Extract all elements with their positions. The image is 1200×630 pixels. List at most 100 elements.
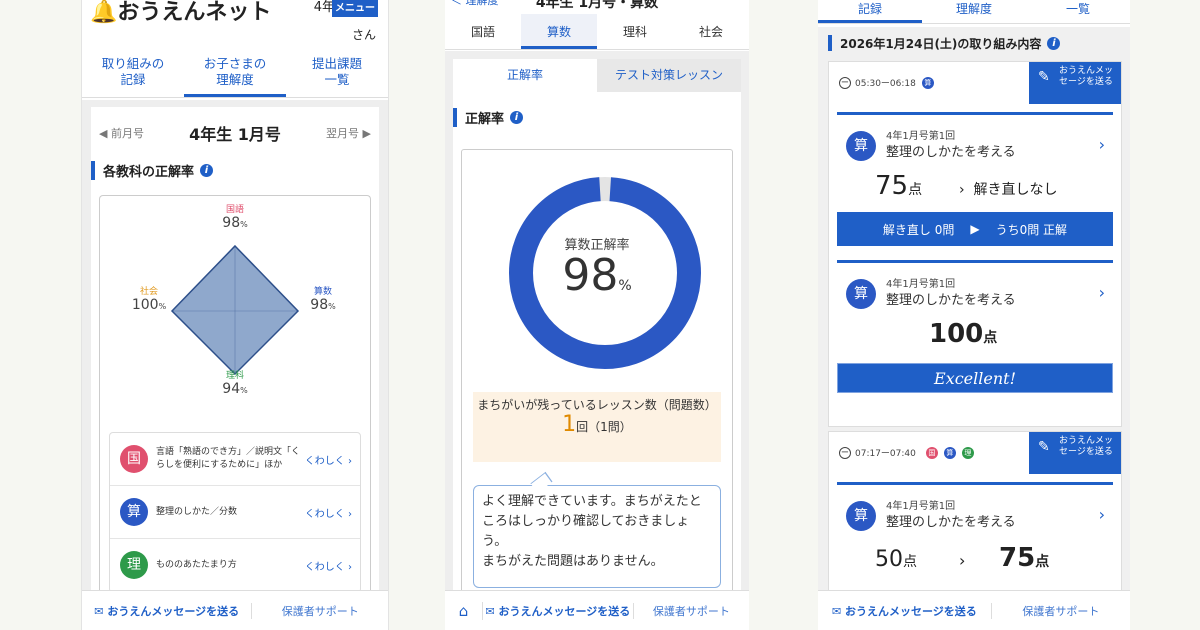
- score-unit: 点: [1035, 554, 1050, 570]
- list-item[interactable]: 理もののあたたまり方 くわしく ›: [110, 539, 360, 592]
- info-icon[interactable]: i: [1047, 36, 1061, 50]
- donut-number: 98: [562, 250, 619, 301]
- send-message-link[interactable]: ✉ おうえんメッセージを送る: [483, 602, 634, 619]
- content-area: 2026年1月24日(土)の取り組み内容 i −05:30ー06:18 算 ✎ おうえ…: [818, 27, 1130, 630]
- prev-month-link[interactable]: ◀ 前月号: [99, 125, 144, 141]
- detail-link[interactable]: くわしく ›: [305, 452, 352, 467]
- tab-list[interactable]: 提出課題 一覧: [286, 52, 388, 97]
- tab-record[interactable]: 記録: [818, 0, 922, 23]
- tab-sansu[interactable]: 算数: [521, 14, 597, 49]
- subject-text: 整理のしかた／分数: [156, 506, 238, 517]
- section-heading: 各教科の正解率 i: [91, 161, 379, 180]
- radar-value: 98: [222, 215, 241, 231]
- session-time[interactable]: −07:17ー07:40 国算理: [839, 446, 974, 459]
- section-heading: 2026年1月24日(土)の取り組み内容 i: [828, 35, 1122, 51]
- list-item[interactable]: 算整理のしかた／分数 くわしく ›: [110, 486, 360, 539]
- section-title: 正解率: [465, 112, 505, 127]
- tab-list[interactable]: 一覧: [1026, 0, 1130, 23]
- remaining-count: 1回（1問）: [473, 412, 721, 437]
- donut-value: 98%: [462, 250, 732, 301]
- subject-text: 言語「熟語のでき方」／説明文「くらしを便利にするために」ほか: [156, 447, 301, 470]
- lesson-card[interactable]: 算 4年1月号第1回 整理のしかたを考える › 50点 › 75点: [837, 482, 1113, 592]
- lesson-month: 4年1月号第1回: [886, 279, 956, 290]
- content-area: ◀ 前月号 4年生 1月号 翌月号 ▶ 各教科の正解率 i 国語 98% 算数 98%…: [82, 100, 388, 593]
- score-unit: 点: [903, 554, 917, 570]
- detail-label: くわしく: [304, 508, 345, 520]
- redo-count: 解き直し 0問: [882, 222, 955, 237]
- redo-bar: 解き直し 0問 ▶ うち0問 正解: [837, 212, 1113, 246]
- subject-badge: 算: [943, 446, 956, 459]
- subject-list: 国言語「熟語のでき方」／説明文「くらしを便利にするために」ほか くわしく › 算整…: [109, 432, 361, 593]
- subject-icon: 理: [120, 551, 148, 579]
- mail-icon: ✉: [831, 604, 842, 618]
- tab-kokugo[interactable]: 国語: [445, 14, 521, 49]
- next-month-link[interactable]: 翌月号 ▶: [326, 125, 371, 141]
- comment-bubble: よく理解できています。まちがえたところはしっかり確認しておきましょう。 まちがえ…: [473, 485, 721, 588]
- status: › 解き直しなし: [959, 179, 1058, 199]
- subject-icon: 算: [846, 501, 876, 531]
- subtab-accuracy[interactable]: 正解率: [453, 59, 597, 92]
- mail-icon: ✉: [94, 604, 104, 618]
- time-text: 05:30ー06:18: [855, 79, 916, 89]
- detail-link[interactable]: くわしく ›: [305, 558, 352, 573]
- comment-text: よく理解できています。まちがえたところはしっかり確認しておきましょう。: [482, 494, 702, 549]
- home-icon[interactable]: ⌂: [445, 601, 483, 620]
- subject-icon: 算: [846, 131, 876, 161]
- radar-value: 100: [131, 297, 159, 313]
- tab-understanding[interactable]: お子さまの 理解度: [184, 52, 286, 97]
- footer-bar: ⌂ ✉ おうえんメッセージを送る 保護者サポート: [445, 590, 749, 630]
- send-message-button[interactable]: ✎ おうえんメッセージを送る: [1029, 62, 1121, 104]
- session-time[interactable]: −05:30ー06:18 算: [839, 76, 934, 89]
- menu-button[interactable]: メニュー: [332, 0, 378, 17]
- send-message-button[interactable]: ✎ おうえんメッセージを送る: [1029, 432, 1121, 474]
- chevron-right-icon: ›: [959, 182, 965, 198]
- detail-link[interactable]: くわしく ›: [305, 505, 352, 520]
- collapse-icon: −: [839, 446, 851, 459]
- pen-mail-icon: ✎: [1038, 69, 1050, 85]
- support-link[interactable]: 保護者サポート: [992, 603, 1130, 619]
- info-icon[interactable]: i: [510, 111, 524, 124]
- support-link[interactable]: 保護者サポート: [252, 603, 388, 619]
- radar-label-kokugo: 国語 98%: [210, 202, 260, 231]
- lesson-month: 4年1月号第1回: [886, 131, 956, 142]
- subject-badge: 国: [925, 446, 938, 459]
- support-link[interactable]: 保護者サポート: [634, 603, 749, 619]
- lesson-card[interactable]: 算 4年1月号第1回 整理のしかたを考える › 75点 › 解き直しなし 解き直…: [837, 112, 1113, 252]
- chevron-right-icon: ›: [348, 455, 352, 467]
- session-header: −07:17ー07:40 国算理 ✎ おうえんメッセージを送る: [829, 432, 1121, 474]
- current-month: 4年生 1月号: [189, 125, 281, 144]
- subject-icon: 算: [846, 279, 876, 309]
- collapse-icon: −: [839, 76, 851, 89]
- tab-shakai[interactable]: 社会: [673, 14, 749, 49]
- score-value: 50: [875, 547, 903, 572]
- radar-subject: 理科: [225, 371, 244, 381]
- list-item[interactable]: 国言語「熟語のでき方」／説明文「くらしを便利にするために」ほか くわしく ›: [110, 433, 360, 486]
- score-value: 100: [929, 319, 984, 349]
- send-message-label: おうえんメッセージを送る: [107, 604, 240, 618]
- lesson-title: 整理のしかたを考える: [886, 293, 1016, 308]
- content-card: 正解率 テスト対策レッスン 正解率 i 算数正解率 98% まちがいが残っているレ…: [453, 59, 741, 592]
- page-title: 4年生 1月号・算数: [535, 0, 659, 11]
- lesson-card[interactable]: 算 4年1月号第1回 整理のしかたを考える › 100点 Excellent!: [837, 260, 1113, 400]
- tab-record[interactable]: 取り組みの 記録: [82, 52, 184, 97]
- remaining-unit: 回（1問）: [576, 420, 632, 434]
- footer-bar: ✉ おうえんメッセージを送る 保護者サポート: [82, 590, 388, 630]
- send-message-link[interactable]: ✉ おうえんメッセージを送る: [82, 602, 253, 619]
- tab-understanding[interactable]: 理解度: [922, 0, 1026, 23]
- understanding-overview-screen: 🔔おうえんネット 4年生 メニュー さん 取り組みの 記録 お子さまの 理解度 …: [81, 0, 389, 630]
- score-before: 50点: [875, 547, 917, 572]
- subtab-test-lesson[interactable]: テスト対策レッスン: [597, 59, 741, 92]
- send-message-link[interactable]: ✉ おうえんメッセージを送る: [818, 602, 992, 619]
- radar-unit: %: [240, 220, 248, 229]
- redo-correct: うち0問 正解: [995, 222, 1068, 237]
- send-message-label: おうえんメッセージを送る: [1059, 66, 1114, 87]
- send-message-label: おうえんメッセージを送る: [845, 604, 977, 618]
- lesson-title: 整理のしかたを考える: [886, 515, 1016, 530]
- month-navigation: ◀ 前月号 4年生 1月号 翌月号 ▶: [91, 107, 379, 145]
- user-name-suffix: さん: [351, 28, 376, 42]
- tab-rika[interactable]: 理科: [597, 14, 673, 49]
- excellent-badge: Excellent!: [837, 363, 1113, 393]
- sub-tabs: 正解率 テスト対策レッスン: [453, 59, 741, 92]
- info-icon[interactable]: i: [200, 164, 214, 177]
- chevron-right-icon: ›: [348, 508, 352, 520]
